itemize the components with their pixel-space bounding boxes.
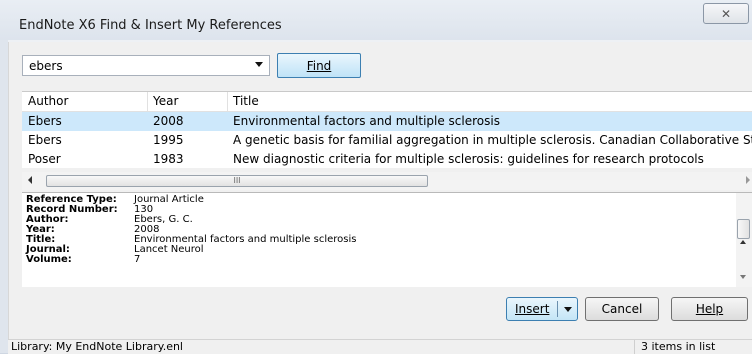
preview-key: Volume: <box>26 254 72 265</box>
search-input[interactable] <box>23 56 249 75</box>
row-title: New diagnostic criteria for multiple scl… <box>233 152 704 166</box>
scrollbar-thumb[interactable]: III <box>46 175 428 187</box>
status-bar: Library: My EndNote Library.enl 3 items … <box>8 339 752 354</box>
cancel-button-label: Cancel <box>601 302 643 316</box>
row-year: 2008 <box>153 114 184 128</box>
status-library: Library: My EndNote Library.enl <box>11 340 183 353</box>
find-insert-dialog: EndNote X6 Find & Insert My References ✕… <box>0 0 752 354</box>
table-header: Author Year Title <box>22 92 752 112</box>
preview-line: Volume: 7 <box>26 255 140 265</box>
find-button-label: Find <box>306 58 332 73</box>
row-title: Environmental factors and multiple scler… <box>233 114 500 128</box>
results-table: Author Year Title Ebers 2008 Environment… <box>22 91 752 168</box>
cancel-button[interactable]: Cancel <box>585 297 659 321</box>
row-author: Ebers <box>28 133 62 147</box>
scrollbar-thumb[interactable] <box>737 219 750 239</box>
column-header-title[interactable]: Title <box>233 92 259 111</box>
window-title: EndNote X6 Find & Insert My References <box>19 18 282 33</box>
table-row[interactable]: Ebers 1995 A genetic basis for familial … <box>22 131 752 150</box>
split-divider <box>557 301 558 317</box>
row-author: Ebers <box>28 114 62 128</box>
scroll-down-icon[interactable] <box>740 275 746 279</box>
column-header-author[interactable]: Author <box>28 92 148 111</box>
table-row[interactable]: Poser 1983 New diagnostic criteria for m… <box>22 150 752 168</box>
column-header-year[interactable]: Year <box>153 92 228 111</box>
scroll-right-icon[interactable] <box>746 176 750 184</box>
reference-preview: Reference Type: Journal Article Record Nu… <box>22 192 752 287</box>
dialog-body <box>8 42 752 339</box>
scroll-left-icon[interactable] <box>28 176 32 184</box>
help-button-label: Help <box>695 302 724 316</box>
insert-button-label: Insert <box>515 302 550 316</box>
find-button[interactable]: Find <box>277 53 361 78</box>
preview-value: 7 <box>134 254 141 265</box>
chevron-down-icon[interactable] <box>564 307 572 312</box>
row-title: A genetic basis for familial aggregation… <box>233 133 752 147</box>
close-button[interactable]: ✕ <box>703 3 749 24</box>
window-edge <box>0 40 8 353</box>
row-author: Poser <box>28 152 61 166</box>
close-icon: ✕ <box>720 6 732 21</box>
preview-value: Lancet Neurol <box>134 244 204 255</box>
horizontal-scrollbar[interactable]: III <box>22 172 752 190</box>
status-count: 3 items in list <box>634 340 715 354</box>
scroll-up-icon[interactable] <box>740 240 746 244</box>
row-year: 1995 <box>153 133 184 147</box>
vertical-scrollbar[interactable] <box>736 193 752 287</box>
search-combobox[interactable] <box>22 55 270 76</box>
insert-button[interactable]: Insert <box>506 297 578 321</box>
help-button[interactable]: Help <box>671 297 748 321</box>
chevron-down-icon[interactable] <box>255 62 263 67</box>
row-year: 1983 <box>153 152 184 166</box>
table-row[interactable]: Ebers 2008 Environmental factors and mul… <box>22 112 752 131</box>
